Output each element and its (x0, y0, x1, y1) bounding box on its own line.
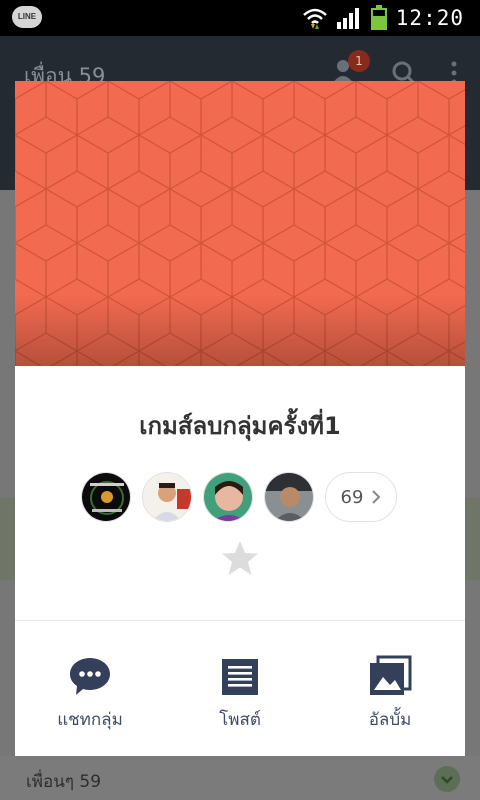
clock: 12:20 (395, 6, 464, 30)
chat-bubble-icon (70, 658, 110, 695)
album-icon (370, 655, 412, 695)
member-avatar[interactable] (203, 472, 253, 522)
friends-section-label: เพื่อนๆ 59 (26, 772, 102, 792)
wifi-icon (302, 8, 327, 29)
dialog-actions: แชทกลุ่ม โพสต์ อัลบั้ม (15, 621, 465, 756)
post-label: โพสต์ (219, 710, 261, 730)
member-count-button[interactable]: 69 (325, 472, 397, 522)
friends-section-header: เพื่อนๆ 59 (0, 756, 480, 800)
battery-icon (370, 5, 387, 30)
status-bar: LINE 12:20 (0, 0, 480, 36)
notification-badge: 1 (348, 50, 370, 72)
member-avatar[interactable] (264, 472, 314, 522)
album-button[interactable]: อัลบั้ม (315, 621, 465, 756)
line-app-icon: LINE (12, 6, 42, 28)
group-name: เกมส์ลบกลุ่มครั้งที่1 (139, 412, 341, 440)
post-list-icon (222, 659, 258, 695)
group-chat-button[interactable]: แชทกลุ่ม (15, 621, 165, 756)
post-button[interactable]: โพสต์ (165, 621, 315, 756)
member-avatars: 69 (81, 472, 397, 522)
group-profile-dialog: เกมส์ลบกลุ่มครั้งที่1 69 แชทกลุ่ม โพสต์ … (15, 81, 465, 756)
album-label: อัลบั้ม (368, 710, 412, 730)
status-icons: 12:20 (302, 4, 464, 32)
member-count: 69 (340, 486, 364, 508)
screen: LINE 12:20 เพื่อน 59 1 เพื่อนๆ 59 เกมส์ล… (0, 0, 480, 800)
signal-icon (336, 8, 359, 29)
member-avatar[interactable] (142, 472, 192, 522)
expand-chevron-icon (434, 766, 460, 792)
chevron-right-icon (372, 490, 381, 504)
member-avatar[interactable] (81, 472, 131, 522)
group-chat-label: แชทกลุ่ม (57, 710, 123, 730)
cover-image (15, 81, 465, 366)
favorite-star-icon[interactable] (220, 538, 260, 578)
